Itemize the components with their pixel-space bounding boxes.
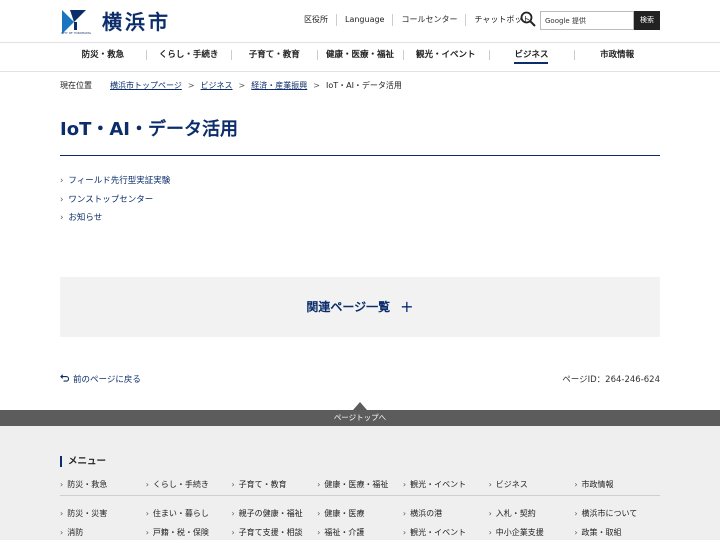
footer-link[interactable]: 観光・イベント <box>403 523 489 540</box>
back-arrow-icon <box>60 373 70 385</box>
footer-category[interactable]: ビジネス <box>488 478 575 496</box>
breadcrumb: 現在位置 横浜市トップページ > ビジネス > 経済・産業振興 > IoT・AI… <box>60 80 402 92</box>
gnav-item-living[interactable]: くらし・手続き <box>145 43 232 71</box>
footer-menu-title: メニュー <box>60 456 106 467</box>
footer-link[interactable]: 防災・災害 <box>60 504 146 523</box>
site-logo[interactable]: CITY OF YOKOHAMA 横浜市 <box>60 8 171 36</box>
search-button[interactable]: 検索 <box>634 11 660 30</box>
plus-icon: + <box>400 297 414 316</box>
site-header: CITY OF YOKOHAMA 横浜市 区役所 Language コールセンタ… <box>0 0 720 42</box>
breadcrumb-link-top[interactable]: 横浜市トップページ <box>110 80 182 92</box>
util-link-ward-office[interactable]: 区役所 <box>296 14 336 26</box>
search-icon[interactable] <box>520 11 536 27</box>
footer-category[interactable]: 子育て・教育 <box>231 478 318 496</box>
gnav-item-business[interactable]: ビジネス <box>488 43 575 71</box>
page-link-list: フィールド先行型実証実験 ワンストップセンター お知らせ <box>60 172 170 228</box>
gnav-item-city-info[interactable]: 市政情報 <box>574 43 660 71</box>
footer-link[interactable]: 親子の健康・福祉 <box>231 504 317 523</box>
link-one-stop-center[interactable]: ワンストップセンター <box>60 191 170 210</box>
footer-column: 親子の健康・福祉 子育て支援・相談 <box>231 504 317 540</box>
footer-column: 住まい・暮らし 戸籍・税・保険 <box>146 504 232 540</box>
related-pages-toggle[interactable]: 関連ページ一覧 + <box>60 277 660 337</box>
footer-link[interactable]: 健康・医療 <box>317 504 403 523</box>
footer-link[interactable]: 福祉・介護 <box>317 523 403 540</box>
footer-link[interactable]: 入札・契約 <box>489 504 575 523</box>
yokohama-logo-icon: CITY OF YOKOHAMA <box>60 8 100 36</box>
pagetop-triangle-icon <box>353 402 367 410</box>
link-news[interactable]: お知らせ <box>60 209 170 228</box>
back-link[interactable]: 前のページに戻る <box>60 373 141 385</box>
footer-link[interactable]: 政策・取組 <box>574 523 660 540</box>
link-field-trial[interactable]: フィールド先行型実証実験 <box>60 172 170 191</box>
logo-text: 横浜市 <box>102 10 171 34</box>
back-link-label: 前のページに戻る <box>73 375 141 385</box>
breadcrumb-separator: > <box>238 81 246 90</box>
footer-category[interactable]: 観光・イベント <box>402 478 489 496</box>
gnav-item-tourism[interactable]: 観光・イベント <box>402 43 489 71</box>
footer-category[interactable]: くらし・手続き <box>145 478 232 496</box>
breadcrumb-separator: > <box>187 81 195 90</box>
pagetop-button[interactable]: ページトップへ <box>325 410 395 426</box>
footer-link[interactable]: 子育て支援・相談 <box>231 523 317 540</box>
footer-category[interactable]: 防災・救急 <box>60 478 146 496</box>
utility-nav: 区役所 Language コールセンター チャットボット <box>296 12 538 28</box>
breadcrumb-link-economy[interactable]: 経済・産業振興 <box>251 80 307 92</box>
footer-category[interactable]: 市政情報 <box>574 478 661 496</box>
footer-link[interactable]: 横浜市について <box>574 504 660 523</box>
footer-link[interactable]: 横浜の港 <box>403 504 489 523</box>
footer-column: 横浜の港 観光・イベント <box>403 504 489 540</box>
search-input[interactable]: Google 提供 <box>540 11 634 30</box>
footer-menu-columns: 防災・災害 消防 住まい・暮らし 戸籍・税・保険 親子の健康・福祉 子育て支援・… <box>60 504 660 540</box>
gnav-item-health[interactable]: 健康・医療・福祉 <box>317 43 403 71</box>
footer-column: 防災・災害 消防 <box>60 504 146 540</box>
footer-column: 横浜市について 政策・取組 <box>574 504 660 540</box>
footer-link[interactable]: 消防 <box>60 523 146 540</box>
logo-small-text: CITY OF YOKOHAMA <box>61 31 92 35</box>
breadcrumb-current: IoT・AI・データ活用 <box>325 81 402 90</box>
breadcrumb-separator: > <box>313 81 320 90</box>
page-id: ページID：264-246-624 <box>562 375 660 385</box>
footer-menu: メニュー 防災・救急 くらし・手続き 子育て・教育 健康・医療・福祉 観光・イベ… <box>0 426 720 540</box>
footer-column: 健康・医療 福祉・介護 <box>317 504 403 540</box>
footer-link[interactable]: 中小企業支援 <box>489 523 575 540</box>
gnav-item-disaster[interactable]: 防災・救急 <box>60 43 146 71</box>
gnav-item-childcare[interactable]: 子育て・教育 <box>231 43 317 71</box>
footer-menu-categories: 防災・救急 くらし・手続き 子育て・教育 健康・医療・福祉 観光・イベント ビジ… <box>60 478 661 496</box>
footer-column: 入札・契約 中小企業支援 <box>489 504 575 540</box>
global-nav: 防災・救急 くらし・手続き 子育て・教育 健康・医療・福祉 観光・イベント ビジ… <box>0 42 720 72</box>
page-title: IoT・AI・データ活用 <box>60 116 660 156</box>
footer-link[interactable]: 住まい・暮らし <box>146 504 232 523</box>
util-link-language[interactable]: Language <box>336 14 392 26</box>
breadcrumb-current-label: 現在位置 <box>60 81 92 90</box>
footer-category[interactable]: 健康・医療・福祉 <box>317 478 403 496</box>
related-pages-label: 関連ページ一覧 <box>306 300 391 314</box>
pagetop-bar: ページトップへ <box>0 410 720 426</box>
util-link-call-center[interactable]: コールセンター <box>392 14 465 26</box>
footer-link[interactable]: 戸籍・税・保険 <box>146 523 232 540</box>
breadcrumb-link-business[interactable]: ビジネス <box>201 80 233 92</box>
